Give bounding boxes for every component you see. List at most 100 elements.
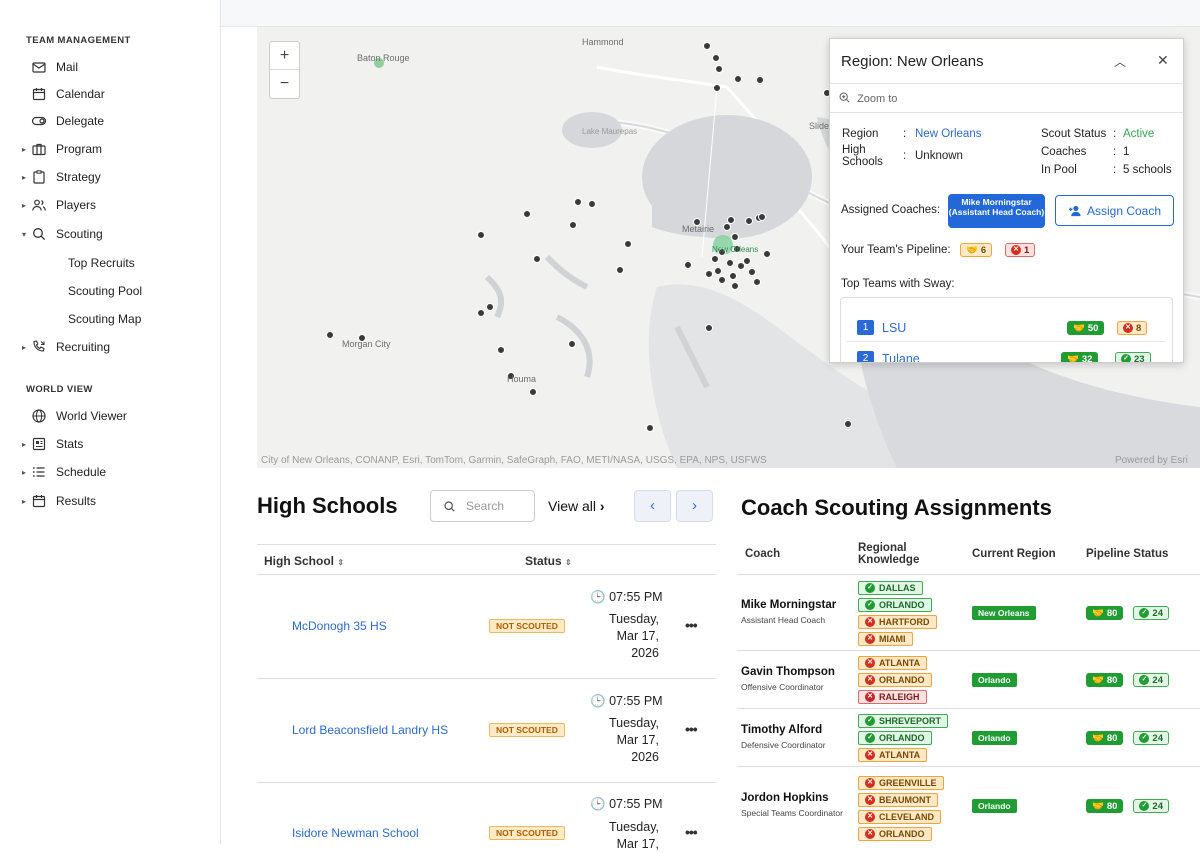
pipeline-status: 🤝 80 ✓ 24 <box>1086 731 1169 745</box>
sidebar-item-results[interactable]: ▸ Results <box>0 489 220 513</box>
search-input[interactable]: Search Hi <box>430 490 535 522</box>
zoom-in-icon <box>839 92 850 103</box>
place-label: Morgan City <box>342 339 391 349</box>
column-header-status[interactable]: Status ⇕ <box>525 554 572 568</box>
sidebar-item-stats[interactable]: ▸ Stats <box>0 432 220 456</box>
column-header-coach: Coach <box>745 548 781 560</box>
column-header-high-school[interactable]: High School ⇕ <box>264 554 344 568</box>
zoom-in-button[interactable]: + <box>270 42 299 70</box>
assign-coach-button[interactable]: Assign Coach <box>1055 195 1174 226</box>
sidebar-item-schedule[interactable]: ▸ Schedule <box>0 460 220 484</box>
pipeline-chip-handshake: 🤝 80 <box>1086 606 1124 620</box>
cancel-icon: ✕ <box>1123 323 1133 333</box>
sidebar-item-mail[interactable]: Mail <box>0 55 220 79</box>
more-options-button[interactable]: ••• <box>685 617 698 633</box>
region-tag: ✕ CLEVELAND <box>858 810 942 824</box>
sidebar-item-recruiting[interactable]: ▸ Recruiting <box>0 335 220 359</box>
caret-right-icon: ▸ <box>22 496 27 506</box>
assigned-coaches-label: Assigned Coaches: <box>841 204 941 216</box>
school-name-link[interactable]: Lord Beaconsfield Landry HS <box>292 723 448 737</box>
region-tag: ✕ ORLANDO <box>858 673 932 687</box>
region-tag: ✓ SHREVEPORT <box>858 714 949 728</box>
sidebar-subitem-top-recruits[interactable]: Top Recruits <box>68 256 135 270</box>
school-name-link[interactable]: Isidore Newman School <box>292 826 419 840</box>
view-all-link[interactable]: View all › <box>548 498 605 514</box>
region-label: Region <box>842 128 879 140</box>
table-row[interactable]: Timothy Alford Defensive Coordinator ✓ SHRE… <box>737 709 1200 767</box>
top-team-row[interactable]: 2 Tulane <box>857 351 920 363</box>
region-tag: ✕ ORLANDO <box>858 827 932 841</box>
sidebar-item-scouting[interactable]: ▾ Scouting <box>0 222 220 246</box>
sidebar-item-label: Recruiting <box>56 340 111 354</box>
section-header-team-management: TEAM MANAGEMENT <box>26 35 131 46</box>
pipeline-status: 🤝 80 ✓ 24 <box>1086 673 1169 687</box>
check-icon: ✓ <box>865 716 875 726</box>
region-tag: ✕ MIAMI <box>858 632 913 646</box>
chevron-right-icon: › <box>692 497 697 514</box>
region-value[interactable]: New Orleans <box>915 128 981 140</box>
sidebar-item-label: Calendar <box>56 87 105 101</box>
more-options-button[interactable]: ••• <box>685 824 698 840</box>
sidebar-item-strategy[interactable]: ▸ Strategy <box>0 165 220 189</box>
search-icon <box>444 500 455 512</box>
sidebar-item-delegate[interactable]: Delegate <box>0 109 220 133</box>
sidebar-subitem-scouting-pool[interactable]: Scouting Pool <box>68 284 142 298</box>
powered-by-esri[interactable]: Powered by Esri <box>1115 455 1188 466</box>
current-region-badge: Orlando <box>972 799 1017 813</box>
check-icon: ✓ <box>865 733 875 743</box>
high-schools-label: High Schools <box>842 144 883 168</box>
more-options-button[interactable]: ••• <box>685 721 698 737</box>
sidebar-item-program[interactable]: ▸ Program <box>0 137 220 161</box>
user-plus-icon <box>1068 205 1081 216</box>
coach-name[interactable]: Gavin Thompson <box>741 666 835 678</box>
sort-icon: ⇕ <box>337 558 345 567</box>
status-badge: NOT SCOUTED <box>489 619 565 633</box>
table-row[interactable]: Gavin Thompson Offensive Coordinator ✕ ATLA… <box>737 651 1200 709</box>
scheduled-time: 🕒 07:55 PM <box>590 590 663 604</box>
zoom-to-button[interactable]: Zoom to <box>838 91 897 105</box>
high-schools-title: High Schools <box>257 493 398 518</box>
pipeline-chip-cancel: ✕ 1 <box>1005 243 1036 257</box>
prev-page-button[interactable]: ‹ <box>634 490 671 522</box>
status-badge: NOT SCOUTED <box>489 723 565 737</box>
table-row[interactable]: Mike Morningstar Assistant Head Coach ✓ DAL… <box>737 575 1200 651</box>
regional-knowledge: ✓ SHREVEPORT ✓ ORLANDO ✕ ATLANTA <box>858 714 949 762</box>
check-icon: ✓ <box>865 583 875 593</box>
next-page-button[interactable]: › <box>676 490 713 522</box>
sidebar-item-world-viewer[interactable]: World Viewer <box>0 404 220 428</box>
place-label: Metairie <box>682 224 714 234</box>
caret-right-icon: ▸ <box>22 467 27 477</box>
zoom-out-button[interactable]: − <box>270 70 299 98</box>
caret-right-icon: ▸ <box>22 439 27 449</box>
assigned-coach-button[interactable]: Mike Morningstar (Assistant Head Coach) <box>948 194 1045 228</box>
column-header-pipeline-status: Pipeline Status <box>1086 548 1169 560</box>
sidebar-subitem-scouting-map[interactable]: Scouting Map <box>68 312 141 326</box>
table-row[interactable]: McDonogh 35 HS NOT SCOUTED 🕒 07:55 PM Tu… <box>257 575 716 679</box>
sidebar: TEAM MANAGEMENT Mail Calendar Delegate ▸… <box>0 0 221 844</box>
close-icon[interactable]: ✕ <box>1157 52 1169 69</box>
coach-name[interactable]: Mike Morningstar <box>741 599 836 611</box>
search-placeholder: Search Hi <box>466 499 508 513</box>
globe-icon <box>32 409 46 423</box>
coach-name[interactable]: Jordon Hopkins <box>741 792 829 804</box>
table-row[interactable]: Isidore Newman School NOT SCOUTED 🕒 07:5… <box>257 783 716 853</box>
sidebar-item-calendar[interactable]: Calendar <box>0 82 220 106</box>
check-icon: ✓ <box>1139 675 1150 685</box>
table-row[interactable]: Lord Beaconsfield Landry HS NOT SCOUTED … <box>257 679 716 783</box>
school-name-link[interactable]: McDonogh 35 HS <box>292 619 387 633</box>
collapse-icon[interactable]: ︿ <box>1114 53 1126 70</box>
scheduled-date: Tuesday, Mar 17, 2026 <box>608 716 659 764</box>
top-team-row[interactable]: 1 LSU <box>857 320 906 335</box>
table-header: High School ⇕ Status ⇕ <box>257 544 716 575</box>
coach-name[interactable]: Timothy Alford <box>741 724 822 736</box>
stats-icon <box>32 437 46 451</box>
calendar-icon <box>32 495 46 508</box>
pipeline-chip-check: ✓ 24 <box>1133 799 1169 813</box>
team-name[interactable]: LSU <box>882 321 906 335</box>
in-pool-label: In Pool <box>1041 164 1077 176</box>
sidebar-item-players[interactable]: ▸ Players <box>0 193 220 217</box>
team-name[interactable]: Tulane <box>882 352 920 363</box>
table-row[interactable]: Jordon Hopkins Special Teams Coordinator ✕… <box>737 767 1200 844</box>
sway-chip-handshake: 🤝 50 <box>1067 321 1105 335</box>
rank-badge: 2 <box>857 351 874 362</box>
